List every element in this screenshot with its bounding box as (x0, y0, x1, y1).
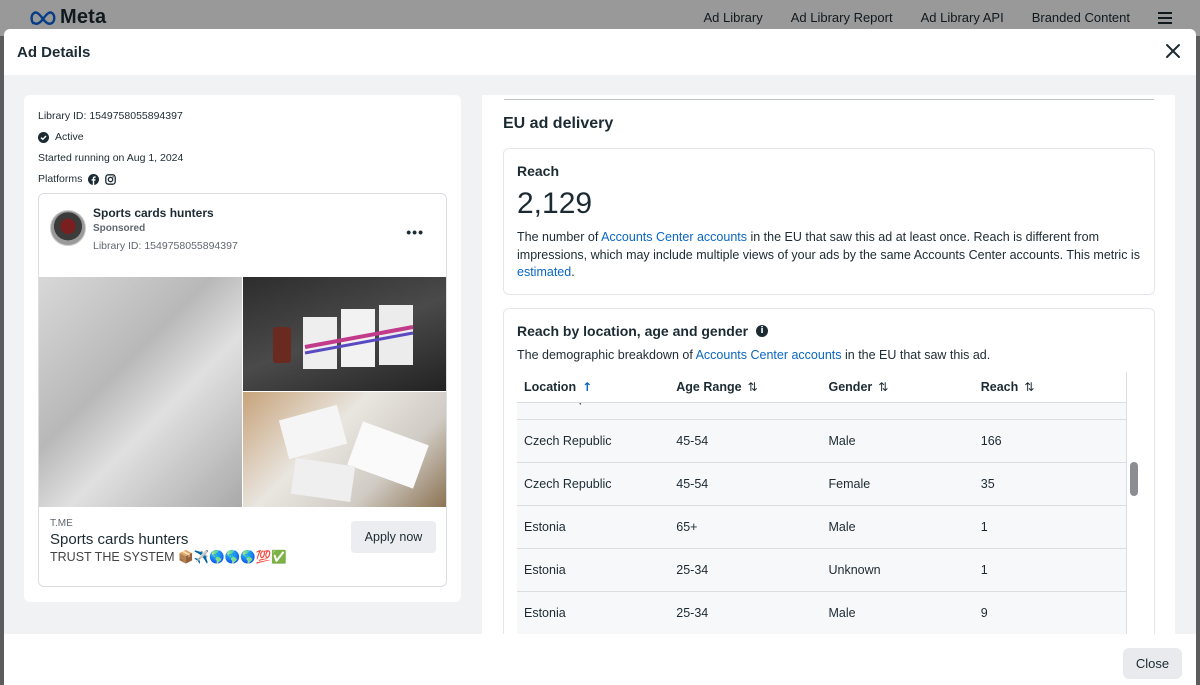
scrollbar-thumb[interactable] (1130, 462, 1138, 496)
modal-footer: Close (4, 634, 1196, 685)
demographics-description: The demographic breakdown of Accounts Ce… (517, 348, 990, 362)
table-row: Estonia 65+ Male 1 (517, 506, 1126, 549)
cell-age-range: 45-54 (676, 477, 709, 491)
reach-description: The number of Accounts Center accounts i… (517, 229, 1142, 282)
ad-preview: Sports cards hunters Sponsored Library I… (38, 193, 447, 587)
close-button[interactable]: Close (1123, 648, 1182, 679)
cell-gender: Unknown (828, 563, 881, 577)
cell-age-range: 25-34 (676, 606, 709, 620)
platforms-label: Platforms (38, 173, 83, 185)
info-icon[interactable]: i (756, 325, 769, 337)
column-label: Age Range (676, 380, 742, 394)
divider (504, 99, 1154, 100)
cell-gender: Male (828, 606, 856, 620)
cell-reach: 166 (980, 434, 1002, 448)
advertiser-name[interactable]: Sports cards hunters (93, 206, 214, 220)
column-header-gender[interactable]: Gender ⇅ (822, 372, 974, 402)
preview-library-id: Library ID: 1549758055894397 (93, 240, 238, 252)
sort-icon[interactable]: ⇅ (748, 380, 758, 394)
advertiser-avatar[interactable] (50, 210, 86, 246)
platforms-row: Platforms (38, 173, 117, 185)
ad-body-text: TRUST THE SYSTEM 📦✈️🌎🌎🌎💯✅ (50, 550, 287, 564)
cell-location: Czech Republic (524, 477, 612, 491)
cell-gender: Male (828, 434, 856, 448)
sponsored-label: Sponsored (93, 223, 146, 234)
demographics-title-text: Reach by location, age and gender (517, 323, 749, 339)
accounts-center-link[interactable]: Accounts Center accounts (696, 348, 842, 362)
cell-reach: 9 (980, 606, 988, 620)
cell-location: Estonia (524, 606, 566, 620)
started-running: Started running on Aug 1, 2024 (38, 152, 184, 164)
sort-ascending-icon[interactable]: ↑ (582, 380, 592, 394)
ad-image-top-right (243, 277, 446, 391)
modal-body: Library ID: 1549758055894397 Active Star… (4, 75, 1196, 634)
cell-age-range: 45-54 (676, 434, 709, 448)
table-row: Estonia 25-34 Unknown 1 (517, 549, 1126, 592)
ad-headline: Sports cards hunters (50, 531, 189, 548)
table-scrollbar[interactable] (1126, 372, 1139, 634)
ad-summary-card: Library ID: 1549758055894397 Active Star… (24, 95, 461, 602)
demographics-card: Reach by location, age and gender i The … (503, 308, 1155, 634)
column-label: Location (524, 380, 577, 394)
eu-delivery-panel: EU ad delivery Reach 2,129 The number of… (482, 95, 1175, 634)
check-circle-icon (38, 131, 49, 143)
column-header-age-range[interactable]: Age Range ⇅ (669, 372, 821, 402)
cell-reach: 1 (980, 563, 988, 577)
column-label: Gender (828, 380, 873, 394)
apply-now-button[interactable]: Apply now (351, 521, 436, 553)
reach-desc-part: The number of (517, 230, 602, 244)
accounts-center-link[interactable]: Accounts Center accounts (601, 230, 747, 244)
table-row: Estonia 25-34 Male 9 (517, 592, 1126, 634)
cell-location: Estonia (524, 563, 566, 577)
cell-location: Czech Republic (524, 434, 612, 448)
reach-label: Reach (517, 163, 560, 179)
modal-title: Ad Details (17, 43, 91, 61)
table-body: Czech Republic 45-54 Unknown 1 Czech Rep… (517, 377, 1126, 634)
demographics-title: Reach by location, age and gender i (517, 323, 769, 339)
column-label: Reach (980, 380, 1019, 394)
column-header-reach[interactable]: Reach ⇅ (974, 372, 1126, 402)
more-options-icon[interactable]: ••• (406, 224, 424, 240)
modal-header: Ad Details (4, 29, 1196, 75)
cell-reach: 35 (980, 477, 995, 491)
close-icon[interactable] (1164, 42, 1182, 60)
table-header: Location ↑ Age Range ⇅ Gender ⇅ Reach ⇅ (517, 372, 1126, 403)
eu-delivery-title: EU ad delivery (503, 115, 614, 132)
ad-link-domain: T.ME (50, 518, 73, 529)
demographics-table: Location ↑ Age Range ⇅ Gender ⇅ Reach ⇅ Czec… (517, 372, 1139, 634)
cell-gender: Female (828, 477, 871, 491)
cell-age-range: 25-34 (676, 563, 709, 577)
demo-desc-part: in the EU that saw this ad. (841, 348, 991, 362)
ad-image-bottom-right (243, 392, 446, 507)
table-row: Czech Republic 45-54 Male 166 (517, 420, 1126, 463)
reach-desc-part: . (571, 265, 575, 279)
reach-value: 2,129 (517, 187, 593, 220)
cell-age-range: 65+ (676, 520, 698, 534)
demo-desc-part: The demographic breakdown of (517, 348, 696, 362)
cell-location: Estonia (524, 520, 566, 534)
library-id: Library ID: 1549758055894397 (38, 110, 183, 122)
cell-gender: Male (828, 520, 856, 534)
sort-icon[interactable]: ⇅ (878, 380, 888, 394)
status-row: Active (38, 131, 84, 143)
ad-image-left (39, 277, 242, 507)
instagram-icon (105, 173, 117, 185)
cell-reach: 1 (980, 520, 988, 534)
sort-icon[interactable]: ⇅ (1024, 380, 1034, 394)
ad-media[interactable] (39, 277, 446, 507)
estimated-link[interactable]: estimated (517, 265, 571, 279)
ad-details-modal: Ad Details Library ID: 1549758055894397 … (4, 29, 1196, 685)
facebook-icon (88, 173, 100, 185)
column-header-location[interactable]: Location ↑ (517, 372, 669, 402)
status-text: Active (55, 131, 84, 143)
table-row: Czech Republic 45-54 Female 35 (517, 463, 1126, 506)
reach-card: Reach 2,129 The number of Accounts Cente… (503, 148, 1155, 295)
